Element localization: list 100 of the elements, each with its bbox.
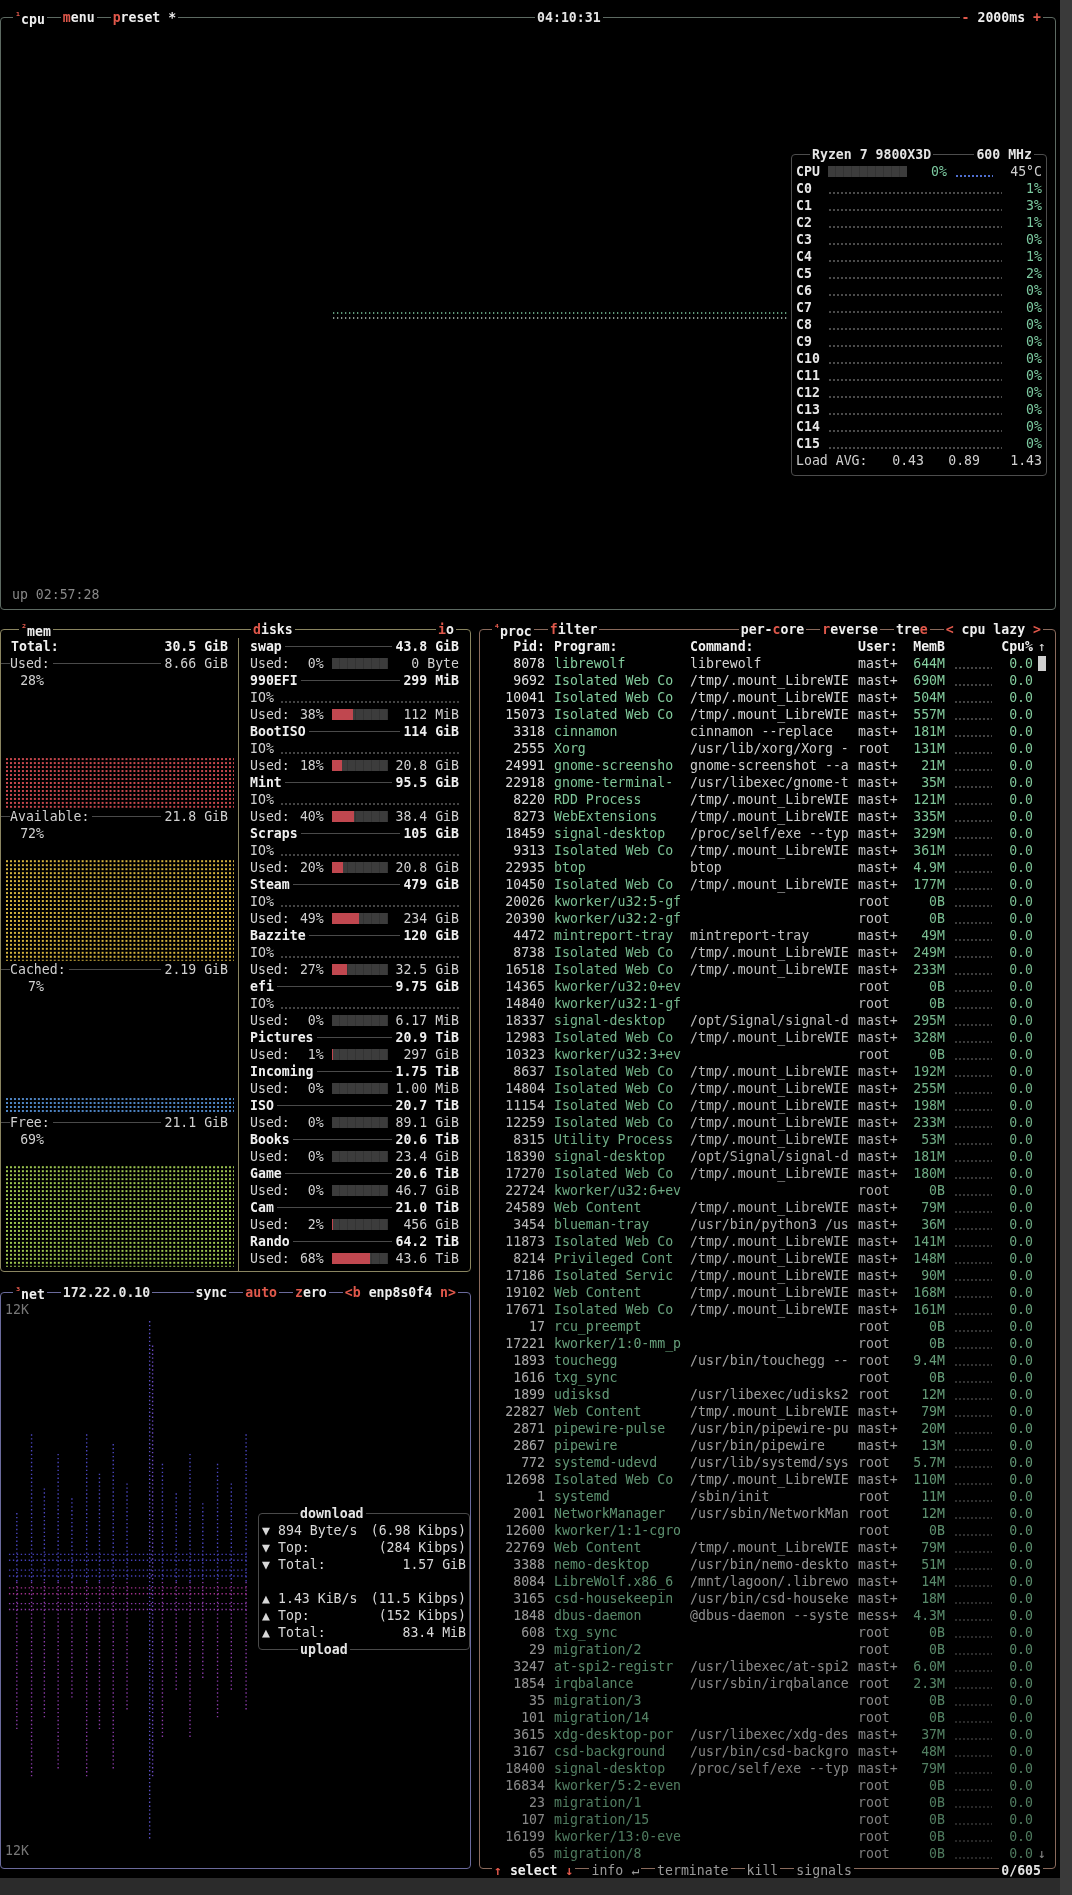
process-memory: 51M: [920, 1556, 945, 1573]
scrollbar-track[interactable]: [1060, 0, 1072, 1895]
process-name: Xorg: [553, 740, 587, 757]
process-pid: 29: [528, 1641, 545, 1658]
title-tab[interactable]: preset *: [110, 9, 179, 26]
process-name: kworker/u32:6+ev: [553, 1182, 683, 1199]
process-pid: 3615: [512, 1726, 545, 1743]
used-label: Used:: [250, 1046, 290, 1063]
core-percent: 0%: [1025, 367, 1042, 384]
process-pid: 35: [528, 1692, 545, 1709]
core-label: C3: [796, 231, 813, 248]
process-cpu: 0.0: [1008, 995, 1033, 1012]
process-command: /tmp/.mount_LibreWIE: [690, 1063, 850, 1080]
process-command: /usr/libexec/at-spi2: [690, 1658, 850, 1675]
used-percent: 18%: [298, 757, 324, 774]
process-memory: 0B: [928, 1777, 945, 1794]
process-memory: 295M: [912, 1012, 945, 1029]
scrollbar-thumb[interactable]: [1038, 656, 1046, 671]
title-tab[interactable]: <b enp8s0f4 n>: [342, 1284, 458, 1301]
used-amount: 112 MiB: [403, 706, 459, 723]
column-header[interactable]: MemB: [906, 638, 945, 655]
core-label: C9: [796, 333, 813, 350]
process-cpu: 0.0: [1008, 1828, 1033, 1845]
process-cpu: 0.0: [1008, 1284, 1033, 1301]
column-header[interactable]: Program:: [545, 638, 690, 655]
process-pid: 10041: [504, 689, 545, 706]
process-command: librewolf: [690, 655, 763, 672]
process-pid: 3165: [512, 1590, 545, 1607]
column-header[interactable]: User:: [858, 638, 906, 655]
process-pid: 22769: [504, 1539, 545, 1556]
process-name: Isolated Web Co: [553, 689, 675, 706]
process-cpu: 0.0: [1008, 1182, 1033, 1199]
process-cpu: 0.0: [1008, 672, 1033, 689]
process-cpu: 0.0: [1008, 723, 1033, 740]
column-header[interactable]: Command:: [690, 638, 858, 655]
scroll-down-arrow[interactable]: ↓: [1033, 1845, 1051, 1862]
process-command: /tmp/.mount_LibreWIE: [690, 1165, 850, 1182]
process-name: Isolated Web Co: [553, 1471, 675, 1488]
process-pid: 17671: [504, 1301, 545, 1318]
process-user: mast+: [858, 672, 899, 689]
process-memory: 110M: [912, 1471, 945, 1488]
column-header[interactable]: Cpu%: [992, 638, 1033, 655]
scale-label: 12K: [5, 1842, 29, 1859]
core-label: C4: [796, 248, 813, 265]
rate-label: Top:: [278, 1607, 310, 1624]
process-pid: 4472: [512, 927, 545, 944]
rate-value: (152 Kibps): [377, 1607, 466, 1624]
process-memory: 11M: [920, 1488, 945, 1505]
process-memory: 4.3M: [912, 1607, 945, 1624]
process-name: Isolated Web Co: [553, 1301, 675, 1318]
cpu-percent: 0%: [930, 163, 947, 180]
io-label: IO%: [250, 740, 274, 757]
used-percent: 38%: [298, 706, 324, 723]
process-pid: 8273: [512, 808, 545, 825]
scroll-up-arrow[interactable]: ↑: [1033, 638, 1051, 655]
core-label: C6: [796, 282, 813, 299]
process-pid: 2871: [512, 1420, 545, 1437]
process-command: /tmp/.mount_LibreWIE: [690, 1131, 850, 1148]
process-pid: 18400: [504, 1760, 545, 1777]
process-cpu: 0.0: [1008, 876, 1033, 893]
process-user: mast+: [858, 876, 899, 893]
process-cpu: 0.0: [1008, 1607, 1033, 1624]
used-label: Used:: [250, 1080, 290, 1097]
process-user: mast+: [858, 774, 899, 791]
disk-size: 479 GiB: [403, 876, 459, 893]
process-cpu: 0.0: [1008, 1505, 1033, 1522]
process-user: mast+: [858, 842, 899, 859]
process-command: /tmp/.mount_LibreWIE: [690, 944, 850, 961]
process-user: root: [858, 978, 891, 995]
process-memory: 20M: [920, 1420, 945, 1437]
process-name: Web Content: [553, 1539, 643, 1556]
process-name: cinnamon: [553, 723, 619, 740]
column-header[interactable]: Pid:: [483, 638, 545, 655]
process-user: root: [858, 1386, 891, 1403]
process-user: mast+: [858, 791, 899, 808]
process-memory: 0B: [928, 1811, 945, 1828]
process-pid: 16199: [504, 1828, 545, 1845]
core-percent: 1%: [1025, 180, 1042, 197]
title-tab[interactable]: < cpu lazy >: [943, 621, 1043, 638]
disk-size: 120 GiB: [403, 927, 459, 944]
process-user: root: [858, 740, 891, 757]
process-command: /tmp/.mount_LibreWIE: [690, 1080, 850, 1097]
process-user: mast+: [858, 944, 899, 961]
process-command: /proc/self/exe --typ: [690, 825, 850, 842]
used-amount: 20.8 GiB: [395, 859, 459, 876]
disk-name: Books: [250, 1131, 290, 1148]
process-name: kworker/1:0-mm_p: [553, 1335, 683, 1352]
process-command: @dbus-daemon --syste: [690, 1607, 850, 1624]
process-name: kworker/1:1-cgro: [553, 1522, 683, 1539]
process-user: mast+: [858, 689, 899, 706]
core-label: C13: [796, 401, 821, 418]
disk-usage-bar: [331, 862, 388, 873]
core-label: C10: [796, 350, 821, 367]
process-user: mast+: [858, 1301, 899, 1318]
process-user: mast+: [858, 808, 899, 825]
io-label: IO%: [250, 995, 274, 1012]
process-memory: 161M: [912, 1301, 945, 1318]
process-name: Isolated Web Co: [553, 1097, 675, 1114]
process-user: mast+: [858, 1029, 899, 1046]
used-label: Used:: [250, 1182, 290, 1199]
